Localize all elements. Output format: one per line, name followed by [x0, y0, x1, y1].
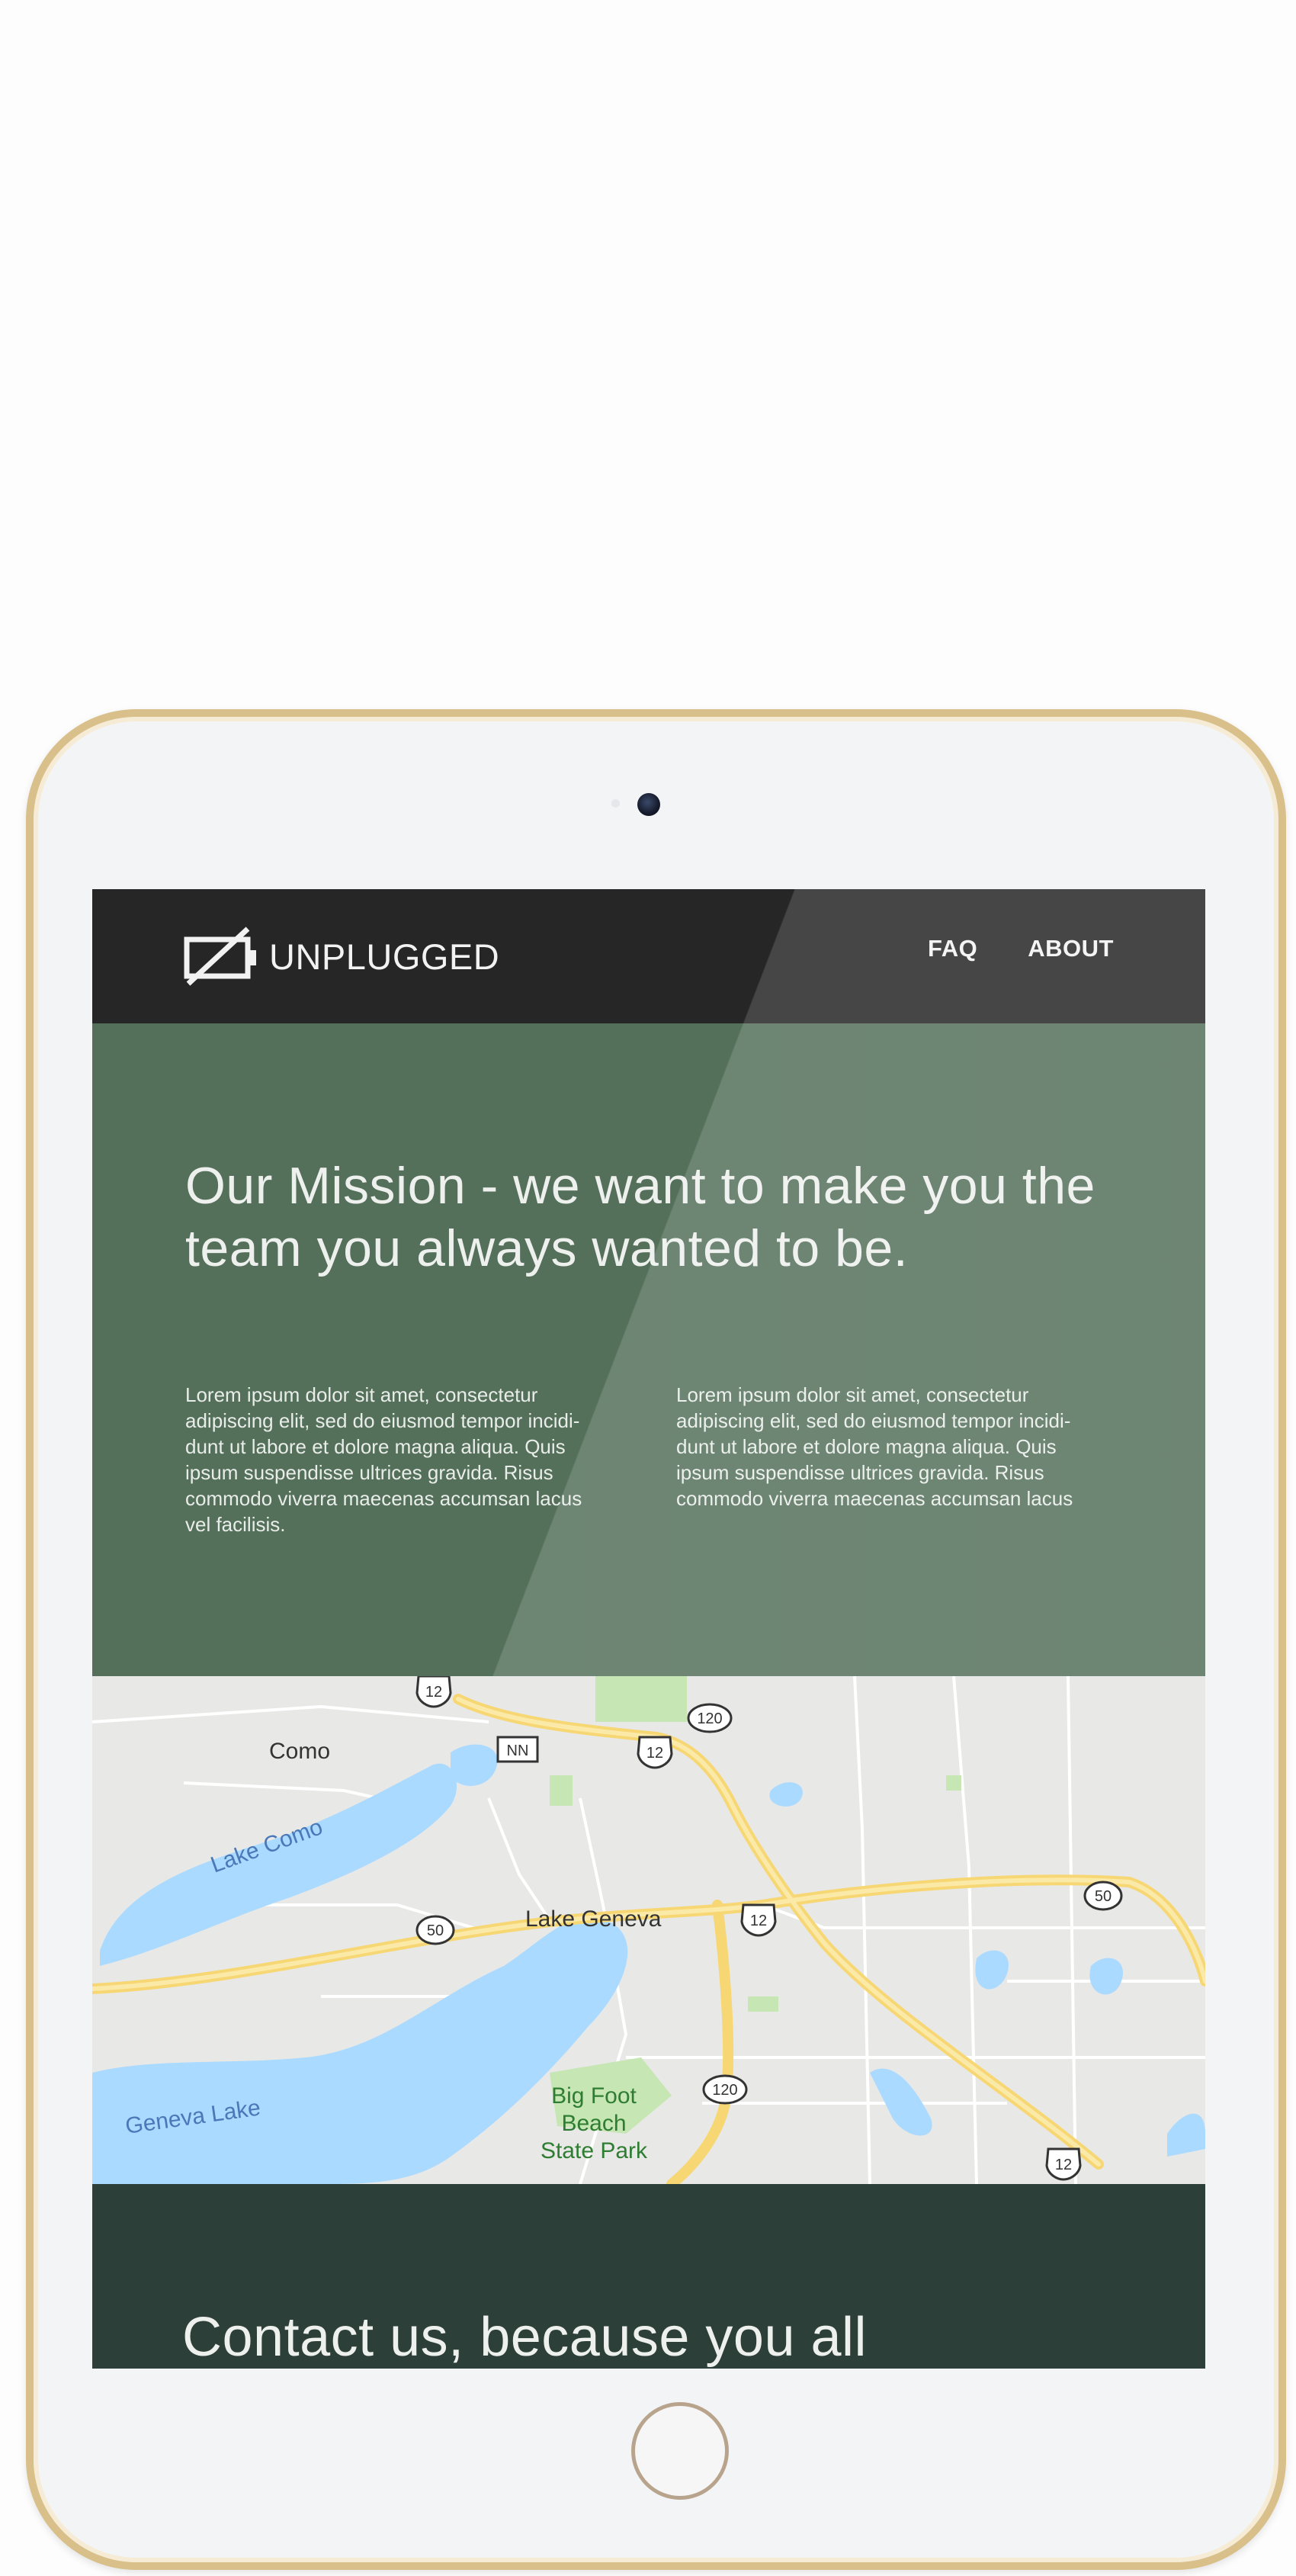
shield-us12-center-label: 12	[750, 1913, 767, 1929]
shield-us12-mid-label: 12	[646, 1745, 663, 1762]
mission-text-left: Lorem ipsum dolor sit amet, consectetur …	[185, 1383, 582, 1536]
shield-120-bottom: 120	[702, 2074, 748, 2105]
mission-heading: Our Mission - we want to make you the te…	[185, 1157, 1096, 1277]
map-canvas[interactable]: Como Lake Como Lake Geneva Geneva Lake B…	[92, 1676, 1205, 2184]
tablet-screen: UNPLUGGED FAQ ABOUT Our Mission - we wan…	[92, 889, 1205, 2369]
shield-50-left-label: 50	[427, 1922, 444, 1939]
contact-section: Contact us, because you all	[92, 2184, 1205, 2369]
contact-heading: Contact us, because you all	[182, 2307, 868, 2368]
home-button[interactable]	[631, 2402, 729, 2500]
shield-us12-bottom: 12	[1045, 2147, 1082, 2181]
map-label-park-1: Big Foot	[551, 2083, 637, 2109]
shield-50-left: 50	[415, 1915, 455, 1945]
shield-120-top: 120	[687, 1703, 733, 1733]
shield-nn: NN	[496, 1736, 539, 1763]
shield-us12-center: 12	[740, 1903, 777, 1937]
shield-50-right-label: 50	[1095, 1888, 1112, 1905]
location-map[interactable]: Como Lake Como Lake Geneva Geneva Lake B…	[92, 1676, 1205, 2184]
shield-us12-top-label: 12	[425, 1684, 442, 1701]
shield-us12-bottom-label: 12	[1055, 2157, 1072, 2173]
battery-off-icon	[184, 927, 256, 986]
shield-us12-mid: 12	[637, 1736, 673, 1769]
sensor-dot	[611, 799, 620, 808]
mission-text-right: Lorem ipsum dolor sit amet, consectetur …	[676, 1383, 1073, 1510]
map-label-lake-geneva-town: Lake Geneva	[525, 1906, 662, 1932]
shield-50-right: 50	[1083, 1881, 1123, 1911]
map-label-park-2: Beach	[561, 2111, 626, 2136]
brand-name: UNPLUGGED	[269, 936, 500, 977]
shield-us12-top: 12	[415, 1676, 452, 1708]
brand-logo[interactable]: UNPLUGGED	[184, 920, 499, 993]
top-navigation: UNPLUGGED FAQ ABOUT	[92, 889, 1205, 1023]
shield-120-top-label: 120	[697, 1710, 722, 1727]
map-label-como: Como	[269, 1739, 330, 1764]
front-camera-icon	[637, 793, 660, 816]
mission-section: Our Mission - we want to make you the te…	[92, 1023, 1205, 1676]
shield-nn-label: NN	[507, 1742, 529, 1759]
nav-link-faq[interactable]: FAQ	[928, 935, 977, 962]
map-label-park-3: State Park	[541, 2138, 648, 2163]
nav-link-about[interactable]: ABOUT	[1028, 935, 1114, 962]
nav-links: FAQ ABOUT	[928, 935, 1114, 962]
shield-120-bottom-label: 120	[712, 2082, 737, 2099]
